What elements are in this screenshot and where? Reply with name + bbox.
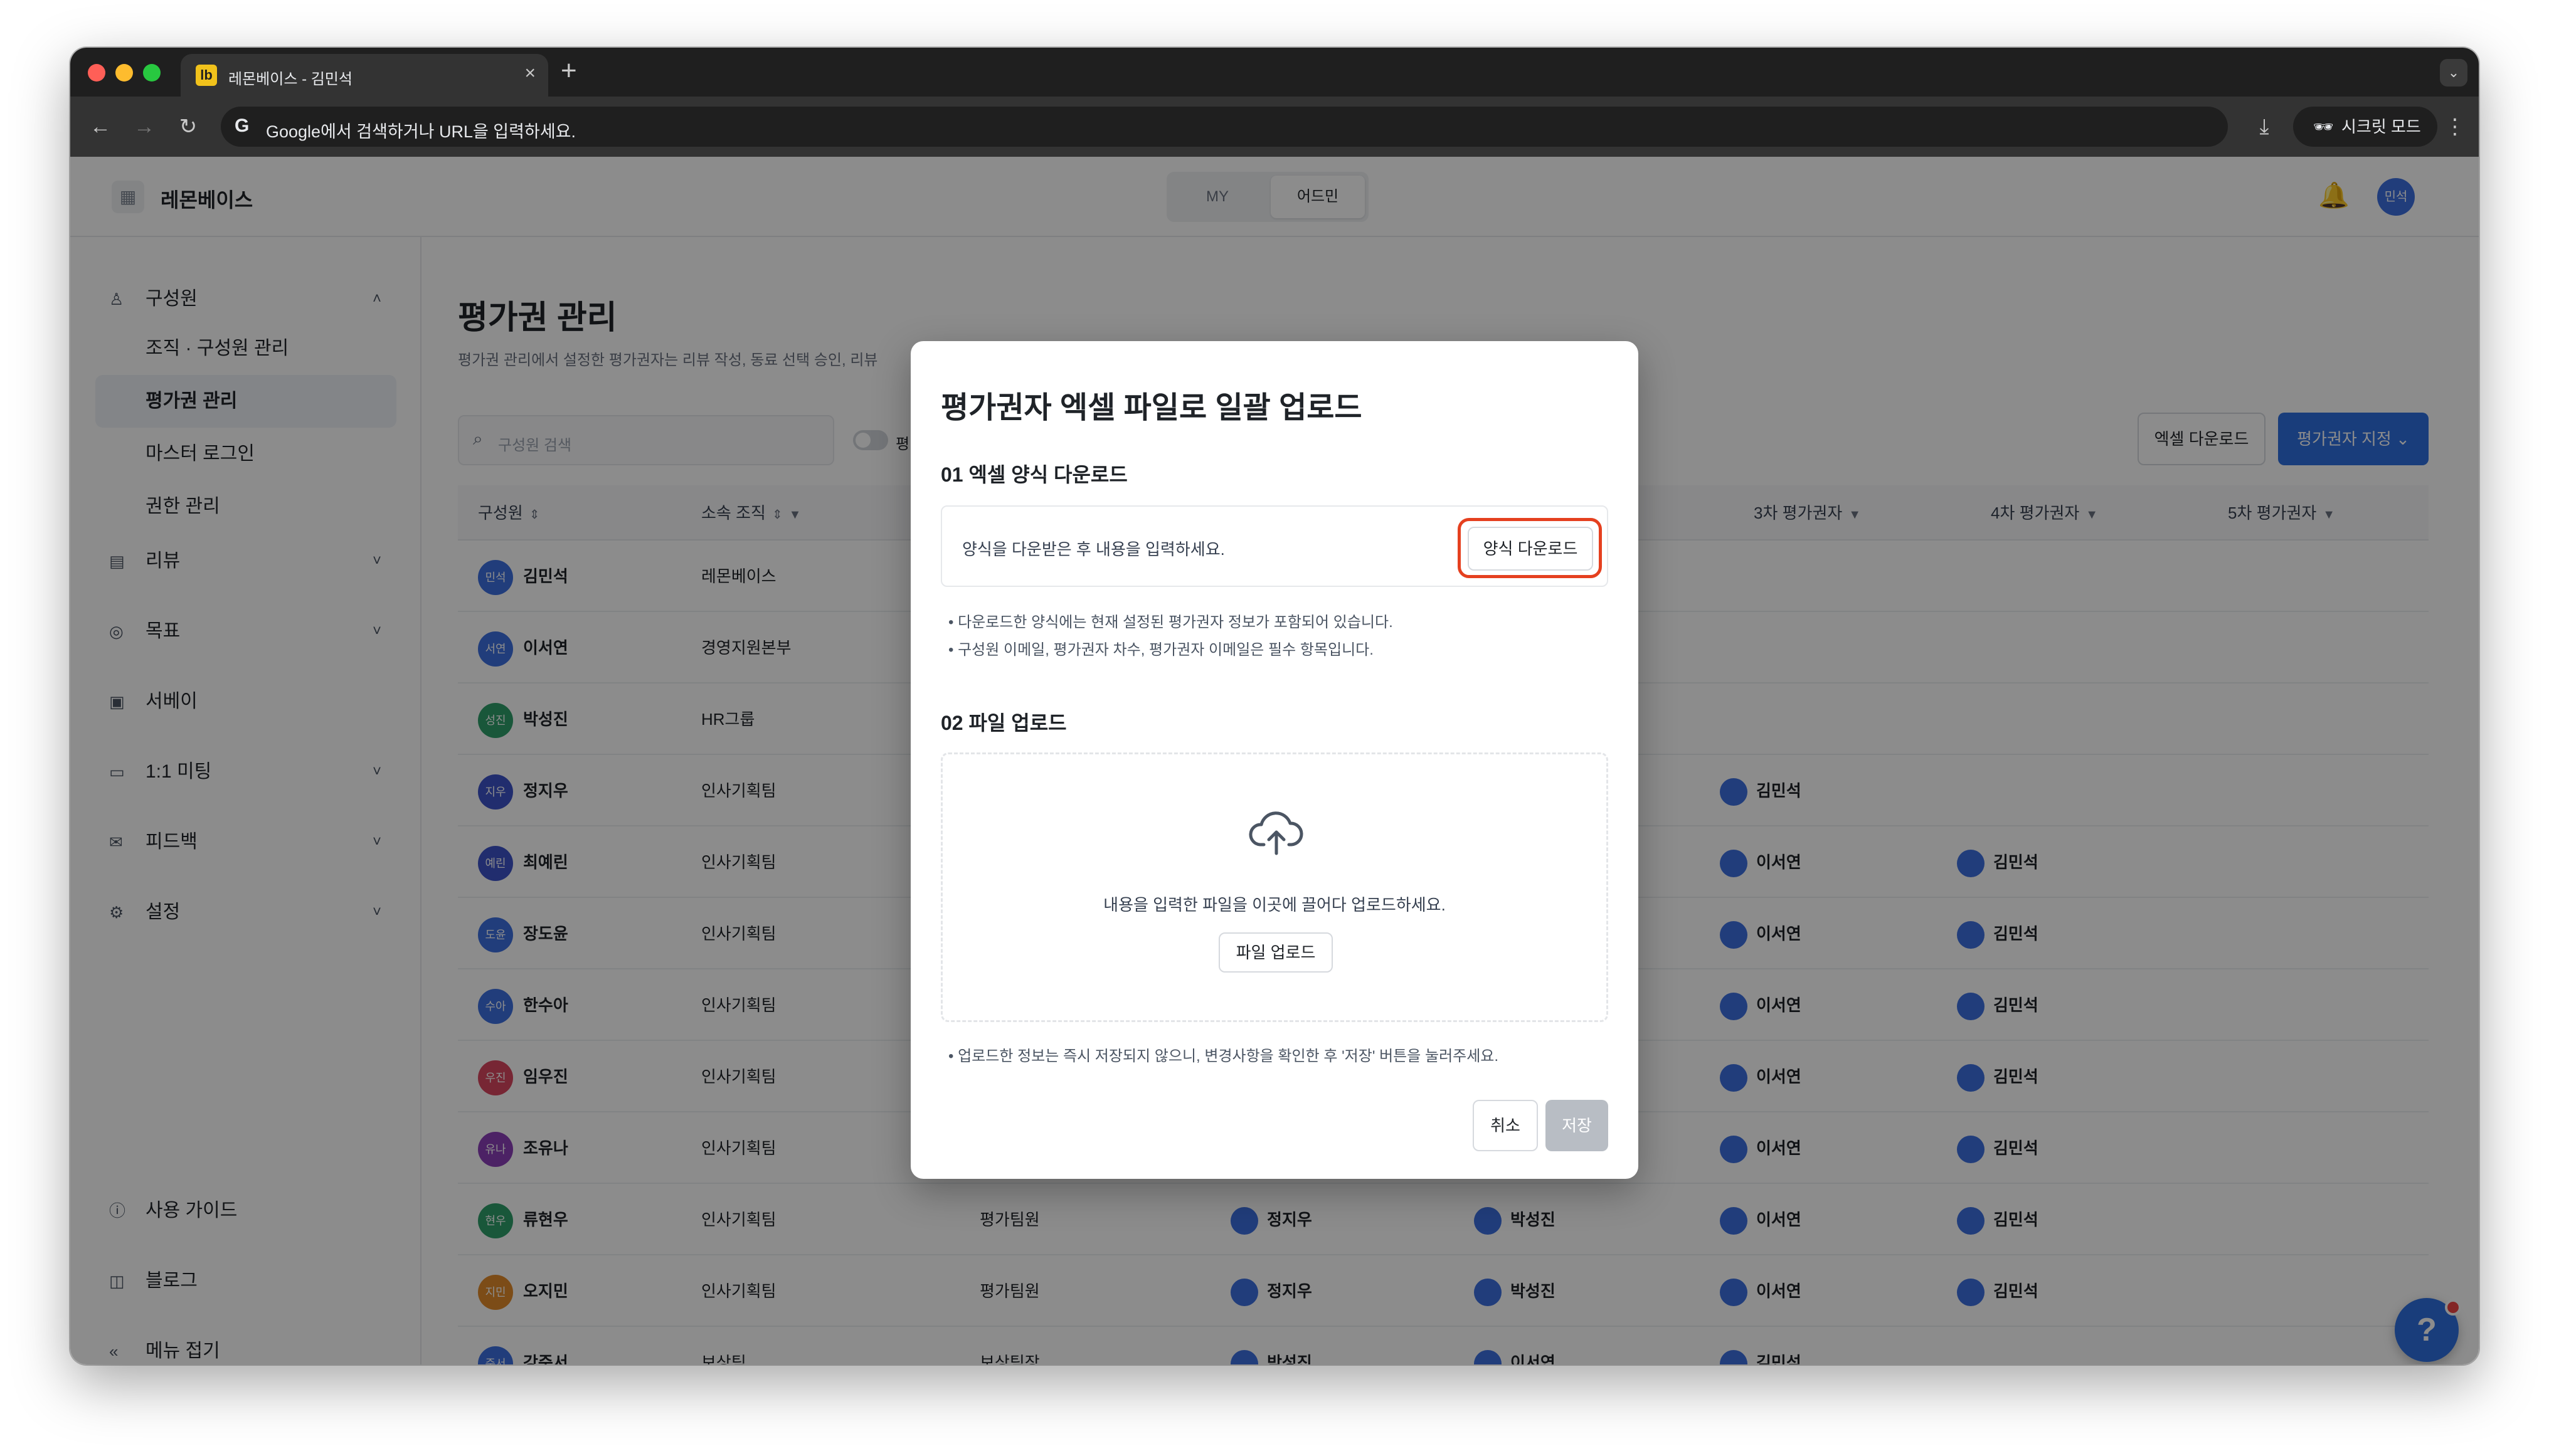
more-menu-icon[interactable]: ⋮: [2442, 109, 2467, 144]
file-upload-button[interactable]: 파일 업로드: [1219, 932, 1333, 973]
close-window-button[interactable]: [88, 64, 105, 82]
download-icon[interactable]: ⤓: [2247, 109, 2282, 144]
modal-title: 평가권자 엑셀 파일로 일괄 업로드: [941, 391, 1362, 425]
cancel-button[interactable]: 취소: [1473, 1100, 1538, 1151]
template-download-button[interactable]: 양식 다운로드: [1468, 527, 1593, 571]
browser-tab[interactable]: lb 레몬베이스 - 김민석 ×: [181, 54, 548, 97]
reload-icon[interactable]: ↻: [171, 109, 206, 144]
download-box: 양식을 다운받은 후 내용을 입력하세요. 양식 다운로드: [941, 505, 1608, 587]
note-item: 업로드한 정보는 즉시 저장되지 않으니, 변경사항을 확인한 후 '저장' 버…: [948, 1043, 1498, 1065]
excel-upload-modal: 평가권자 엑셀 파일로 일괄 업로드 01 엑셀 양식 다운로드 양식을 다운받…: [911, 341, 1638, 1179]
tab-strip: lb 레몬베이스 - 김민석 × + ⌄: [70, 48, 2479, 97]
save-button[interactable]: 저장: [1545, 1100, 1608, 1151]
incognito-icon: 🕶: [2313, 117, 2334, 136]
incognito-label: 시크릿 모드: [2341, 117, 2421, 136]
note-item: 다운로드한 양식에는 현재 설정된 평가권자 정보가 포함되어 있습니다.: [948, 609, 1393, 631]
drop-text: 내용을 입력한 파일을 이곳에 끌어다 업로드하세요.: [1103, 895, 1446, 914]
note-item: 구성원 이메일, 평가권자 차수, 평가권자 이메일은 필수 항목입니다.: [948, 637, 1374, 659]
minimize-window-button[interactable]: [115, 64, 133, 82]
tab-title: 레몬베이스 - 김민석: [228, 71, 352, 88]
favicon-icon: lb: [196, 65, 217, 86]
download-hint: 양식을 다운받은 후 내용을 입력하세요.: [962, 540, 1225, 559]
forward-icon[interactable]: →: [127, 109, 162, 144]
tab-close-icon[interactable]: ×: [524, 63, 536, 84]
browser-window: lb 레몬베이스 - 김민석 × + ⌄ ← → ↻ G Google에서 검색…: [70, 48, 2479, 1364]
browser-toolbar: ← → ↻ G Google에서 검색하거나 URL을 입력하세요. ⤓ 🕶 시크…: [70, 97, 2479, 157]
incognito-badge[interactable]: 🕶 시크릿 모드: [2293, 107, 2437, 147]
section-download-title: 01 엑셀 양식 다운로드: [941, 463, 1128, 486]
tab-search-button[interactable]: ⌄: [2440, 59, 2467, 87]
cloud-upload-icon: [1249, 811, 1303, 855]
google-icon: G: [235, 115, 250, 136]
maximize-window-button[interactable]: [143, 64, 161, 82]
address-bar-text: Google에서 검색하거나 URL을 입력하세요.: [266, 122, 576, 141]
address-bar[interactable]: G Google에서 검색하거나 URL을 입력하세요.: [221, 107, 2228, 147]
new-tab-button[interactable]: +: [561, 55, 577, 87]
section-upload-title: 02 파일 업로드: [941, 712, 1067, 734]
back-icon[interactable]: ←: [83, 109, 118, 144]
file-drop-zone[interactable]: 내용을 입력한 파일을 이곳에 끌어다 업로드하세요. 파일 업로드: [941, 752, 1608, 1022]
